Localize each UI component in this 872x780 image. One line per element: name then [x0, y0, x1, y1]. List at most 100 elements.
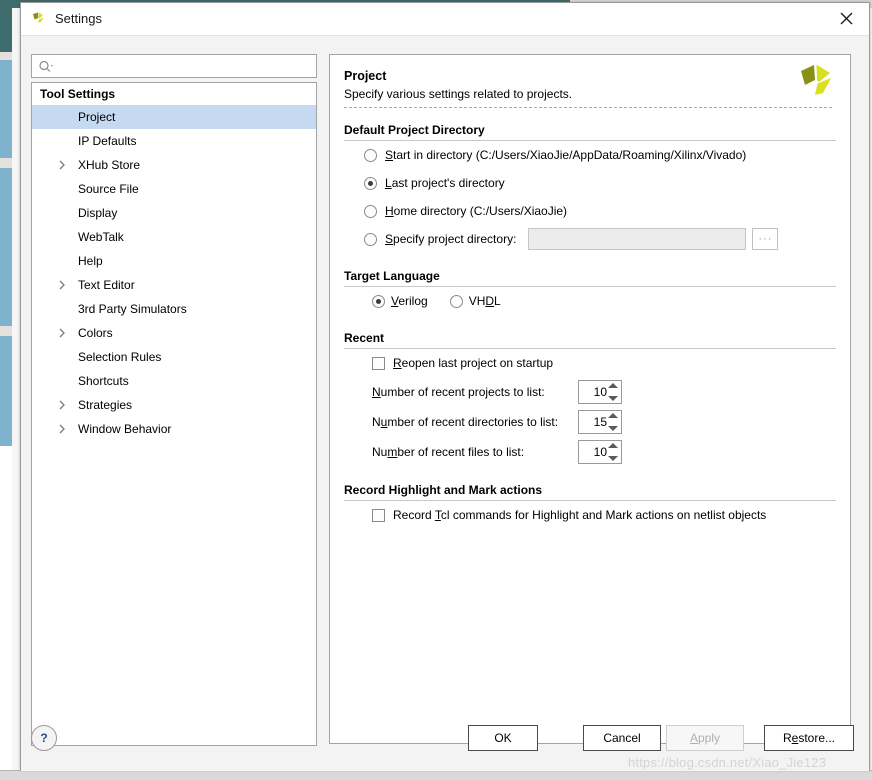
spinner-row-2: Number of recent files to list:10 [344, 437, 836, 467]
background-tab-blue-2 [0, 168, 12, 326]
radio-icon[interactable] [364, 149, 377, 162]
option-label: Reopen last project on startup [393, 356, 553, 370]
chevron-right-icon[interactable] [58, 393, 66, 417]
checkbox-icon[interactable] [372, 357, 385, 370]
project-directory-input[interactable] [528, 228, 746, 250]
number-stepper[interactable]: 10 [578, 380, 622, 404]
number-stepper[interactable]: 10 [578, 440, 622, 464]
option-label: Record Tcl commands for Highlight and Ma… [393, 508, 766, 522]
stepper-up-icon[interactable] [608, 413, 618, 418]
search-box[interactable] [31, 54, 317, 78]
radio-start-in-directory[interactable]: Start in directory (C:/Users/XiaoJie/App… [344, 141, 836, 169]
section-rule [344, 348, 836, 349]
sidebar-item-3rd-party-simulators[interactable]: 3rd Party Simulators [32, 297, 316, 321]
stepper-down-icon[interactable] [608, 456, 618, 461]
ok-button[interactable]: OK [468, 725, 538, 751]
checkbox-icon[interactable] [372, 509, 385, 522]
section-title: Target Language [344, 269, 440, 283]
page-title: Project [344, 69, 832, 83]
apply-button: Apply [666, 725, 744, 751]
sidebar-item-webtalk[interactable]: WebTalk [32, 225, 316, 249]
stepper-value[interactable]: 15 [579, 415, 608, 429]
option-label: Specify project directory: [385, 232, 516, 246]
chevron-right-icon[interactable] [58, 153, 66, 177]
radio-last-project-directory[interactable]: Last project's directory [344, 169, 836, 197]
background-tab-gap-2 [0, 158, 12, 168]
stepper-arrows[interactable] [608, 383, 618, 401]
browse-button[interactable]: ··· [752, 228, 778, 250]
settings-content-pane: Project Specify various settings related… [329, 54, 851, 744]
sidebar-item-ip-defaults[interactable]: IP Defaults [32, 129, 316, 153]
dialog-title-bar: Settings [21, 3, 869, 36]
radio-verilog[interactable] [372, 295, 385, 308]
sidebar-item-label: Selection Rules [78, 350, 161, 364]
sidebar-item-display[interactable]: Display [32, 201, 316, 225]
radio-icon[interactable] [364, 233, 377, 246]
header-divider [344, 107, 832, 108]
radio-vhdl[interactable] [450, 295, 463, 308]
section-rule [344, 140, 836, 141]
close-icon[interactable] [823, 3, 869, 34]
section-target-language: Target Language Verilog VHDL [344, 253, 836, 315]
radio-specify-project-directory[interactable]: Specify project directory: ··· [344, 225, 836, 253]
stepper-arrows[interactable] [608, 443, 618, 461]
stepper-value[interactable]: 10 [579, 385, 608, 399]
background-tab-blue-3 [0, 336, 12, 446]
sidebar-item-label: Help [78, 254, 103, 268]
sidebar-item-project[interactable]: Project [32, 105, 316, 129]
background-tab-blue-1 [0, 60, 12, 158]
sidebar-item-help[interactable]: Help [32, 249, 316, 273]
background-tab-gap-3 [0, 326, 12, 336]
xilinx-vivado-logo-icon [796, 63, 836, 101]
section-recent: Recent Reopen last project on startup Nu… [344, 315, 836, 467]
sidebar-item-label: Shortcuts [78, 374, 129, 388]
stepper-up-icon[interactable] [608, 443, 618, 448]
page-subtitle: Specify various settings related to proj… [344, 87, 832, 101]
tree-header-tool-settings: Tool Settings [32, 83, 316, 105]
section-record-highlight: Record Highlight and Mark actions Record… [344, 467, 836, 529]
search-input[interactable] [58, 57, 314, 77]
chevron-right-icon[interactable] [58, 273, 66, 297]
option-label: Home directory (C:/Users/XiaoJie) [385, 204, 567, 218]
section-title: Default Project Directory [344, 123, 485, 137]
spinner-label: Number of recent projects to list: [372, 385, 578, 399]
radio-home-directory[interactable]: Home directory (C:/Users/XiaoJie) [344, 197, 836, 225]
help-button[interactable]: ? [31, 725, 57, 751]
sidebar-item-label: Display [78, 206, 117, 220]
page-header: Project Specify various settings related… [330, 55, 850, 107]
sidebar-item-label: Strategies [78, 398, 132, 412]
section-title: Recent [344, 331, 384, 345]
sidebar-item-selection-rules[interactable]: Selection Rules [32, 345, 316, 369]
stepper-down-icon[interactable] [608, 396, 618, 401]
stepper-down-icon[interactable] [608, 426, 618, 431]
sidebar-item-window-behavior[interactable]: Window Behavior [32, 417, 316, 441]
stepper-arrows[interactable] [608, 413, 618, 431]
option-label: Last project's directory [385, 176, 505, 190]
chevron-right-icon[interactable] [58, 417, 66, 441]
sidebar-item-shortcuts[interactable]: Shortcuts [32, 369, 316, 393]
settings-tree[interactable]: Tool Settings Project IP DefaultsXHub Sto… [31, 82, 317, 746]
number-stepper[interactable]: 15 [578, 410, 622, 434]
spinner-row-0: Number of recent projects to list:10 [344, 377, 836, 407]
sidebar-item-label: Colors [78, 326, 113, 340]
restore-button[interactable]: Restore... [764, 725, 854, 751]
cancel-button[interactable]: Cancel [583, 725, 661, 751]
checkbox-record-tcl-commands[interactable]: Record Tcl commands for Highlight and Ma… [344, 501, 836, 529]
stepper-value[interactable]: 10 [579, 445, 608, 459]
stepper-up-icon[interactable] [608, 383, 618, 388]
section-rule [344, 500, 836, 501]
radio-icon[interactable] [364, 205, 377, 218]
watermark: https://blog.csdn.net/Xiao_Jie123 [628, 755, 826, 770]
section-title: Record Highlight and Mark actions [344, 483, 542, 497]
spinner-row-1: Number of recent directories to list:15 [344, 407, 836, 437]
checkbox-reopen-last-project[interactable]: Reopen last project on startup [344, 349, 836, 377]
sidebar-item-colors[interactable]: Colors [32, 321, 316, 345]
sidebar-item-xhub-store[interactable]: XHub Store [32, 153, 316, 177]
sidebar-item-source-file[interactable]: Source File [32, 177, 316, 201]
sidebar-item-strategies[interactable]: Strategies [32, 393, 316, 417]
chevron-right-icon[interactable] [58, 321, 66, 345]
sidebar-item-label: Project [78, 110, 115, 124]
sidebar-item-text-editor[interactable]: Text Editor [32, 273, 316, 297]
spinner-label: Number of recent files to list: [372, 445, 578, 459]
radio-icon[interactable] [364, 177, 377, 190]
